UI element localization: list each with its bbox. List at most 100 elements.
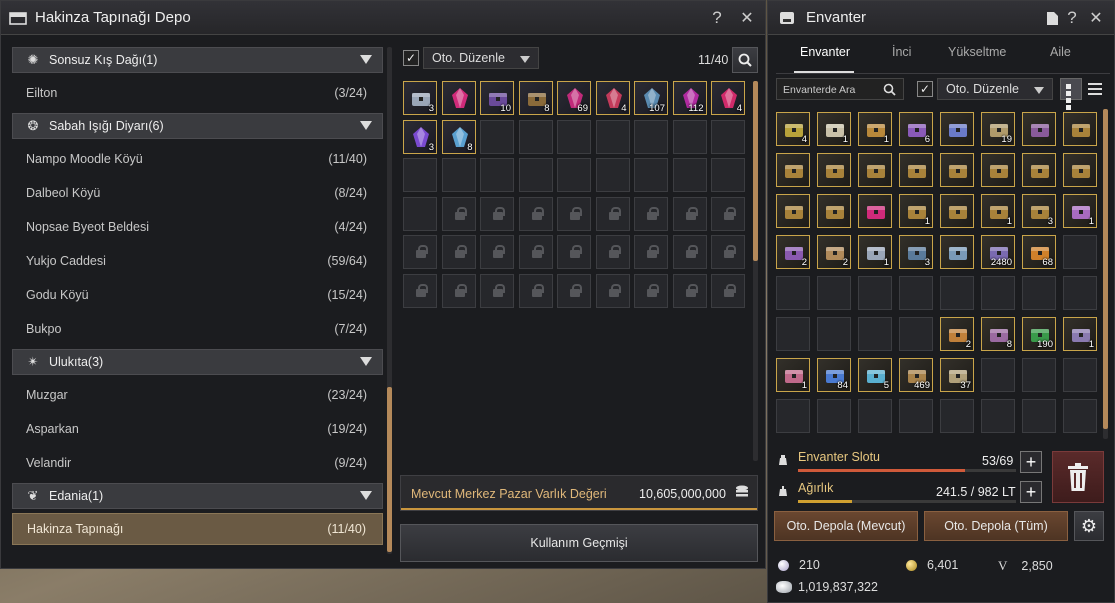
inventory-item[interactable]: 3 xyxy=(1022,194,1056,228)
inventory-item[interactable] xyxy=(1022,112,1056,146)
storage-city-item[interactable]: Nampo Moodle Köyü (11/40) xyxy=(12,143,383,175)
inventory-item[interactable]: 2 xyxy=(817,235,851,269)
empty-slot[interactable] xyxy=(1022,276,1056,310)
inventory-item[interactable]: 2 xyxy=(940,317,974,351)
inventory-item[interactable]: 5 xyxy=(858,358,892,392)
inventory-item[interactable]: 4 xyxy=(776,112,810,146)
empty-slot[interactable] xyxy=(1022,399,1056,433)
inventory-item[interactable]: 2480 xyxy=(981,235,1015,269)
inventory-auto-sort-checkbox[interactable]: ✓ xyxy=(917,81,933,97)
tab-family[interactable]: Aile xyxy=(1050,45,1071,59)
empty-slot[interactable] xyxy=(858,399,892,433)
empty-slot[interactable] xyxy=(711,119,745,154)
region-header[interactable]: ❦ Edania(1) xyxy=(12,483,383,509)
help-icon[interactable]: ? xyxy=(707,8,727,28)
storage-city-item[interactable]: Velandir (9/24) xyxy=(12,447,383,479)
empty-slot[interactable] xyxy=(634,158,668,192)
empty-slot[interactable] xyxy=(1022,358,1056,392)
empty-slot[interactable] xyxy=(480,119,514,154)
empty-slot[interactable] xyxy=(776,317,810,351)
empty-slot[interactable] xyxy=(776,276,810,310)
storage-city-item[interactable]: Asparkan (19/24) xyxy=(12,413,383,445)
region-list-scroll-thumb[interactable] xyxy=(387,387,392,552)
storage-titlebar[interactable]: Hakinza Tapınağı Depo ? ✕ xyxy=(1,1,765,35)
add-weight-button[interactable]: + xyxy=(1020,481,1042,503)
inventory-scroll-thumb[interactable] xyxy=(1103,109,1108,429)
auto-sort-dropdown[interactable]: Oto. Düzenle xyxy=(423,47,539,69)
empty-slot[interactable] xyxy=(557,158,591,192)
empty-slot[interactable] xyxy=(711,158,745,192)
inventory-item[interactable]: 1 xyxy=(858,235,892,269)
inventory-item[interactable]: 1 xyxy=(776,358,810,392)
inventory-item[interactable]: 8 xyxy=(981,317,1015,351)
close-icon[interactable]: ✕ xyxy=(1086,8,1106,28)
empty-slot[interactable] xyxy=(518,158,553,192)
usage-history-button[interactable]: Kullanım Geçmişi xyxy=(400,524,758,562)
empty-slot[interactable] xyxy=(981,276,1015,310)
inventory-item[interactable] xyxy=(940,153,974,187)
grid-view-icon[interactable] xyxy=(1060,78,1082,110)
empty-slot[interactable] xyxy=(595,119,630,154)
list-view-icon[interactable] xyxy=(1084,78,1106,100)
settings-button[interactable]: ⚙ xyxy=(1074,511,1104,541)
inventory-item[interactable]: 1 xyxy=(858,112,892,146)
chevron-down-icon[interactable] xyxy=(360,55,372,64)
empty-slot[interactable] xyxy=(858,317,892,351)
storage-item-shard[interactable]: 107 xyxy=(634,81,668,115)
empty-slot[interactable] xyxy=(817,399,851,433)
storage-city-item[interactable]: Yukjo Caddesi (59/64) xyxy=(12,245,383,277)
region-header[interactable]: ✺ Sonsuz Kış Dağı(1) xyxy=(12,47,383,73)
storage-item-shard[interactable]: 4 xyxy=(711,81,745,115)
auto-depot-all-button[interactable]: Oto. Depola (Tüm) xyxy=(924,511,1068,541)
tab-upgrade[interactable]: Yükseltme xyxy=(948,45,1006,59)
inventory-item[interactable] xyxy=(858,153,892,187)
empty-slot[interactable] xyxy=(981,399,1015,433)
empty-slot[interactable] xyxy=(899,276,933,310)
inventory-item[interactable] xyxy=(1022,153,1056,187)
empty-slot[interactable] xyxy=(441,158,476,192)
storage-grid-scroll-thumb[interactable] xyxy=(753,81,758,261)
empty-slot[interactable] xyxy=(1063,399,1097,433)
storage-item-shard[interactable]: 3 xyxy=(403,119,437,154)
inventory-item[interactable]: 1 xyxy=(899,194,933,228)
empty-slot[interactable] xyxy=(672,158,707,192)
empty-slot[interactable] xyxy=(1063,235,1097,269)
inventory-item[interactable]: 1 xyxy=(981,194,1015,228)
storage-item-shard[interactable]: 69 xyxy=(557,81,591,115)
inventory-item[interactable]: 6 xyxy=(899,112,933,146)
auto-depot-current-button[interactable]: Oto. Depola (Mevcut) xyxy=(774,511,918,541)
inventory-item[interactable] xyxy=(940,235,974,269)
storage-city-item[interactable]: Eilton (3/24) xyxy=(12,77,383,109)
inventory-scrollbar[interactable] xyxy=(1103,109,1108,439)
inventory-item[interactable]: 2 xyxy=(776,235,810,269)
inventory-search-box[interactable]: Envanterde Ara xyxy=(776,78,904,100)
inventory-item[interactable] xyxy=(940,194,974,228)
tab-pearl[interactable]: İnci xyxy=(892,45,911,59)
empty-slot[interactable] xyxy=(817,317,851,351)
inventory-auto-sort-dropdown[interactable]: Oto. Düzenle xyxy=(937,78,1053,100)
chevron-down-icon[interactable] xyxy=(360,491,372,500)
storage-city-item[interactable]: Bukpo (7/24) xyxy=(12,313,383,345)
document-icon[interactable] xyxy=(1042,8,1062,28)
storage-city-item[interactable]: Dalbeol Köyü (8/24) xyxy=(12,177,383,209)
inventory-titlebar[interactable]: Envanter ? ✕ xyxy=(768,1,1114,35)
inventory-item[interactable]: 1 xyxy=(817,112,851,146)
empty-slot[interactable] xyxy=(403,196,437,231)
trash-button[interactable] xyxy=(1052,451,1104,503)
storage-search-button[interactable] xyxy=(732,47,758,73)
inventory-item[interactable] xyxy=(817,194,851,228)
tab-inventory[interactable]: Envanter xyxy=(800,45,850,59)
inventory-item[interactable]: 1 xyxy=(1063,194,1097,228)
inventory-item[interactable]: 3 xyxy=(899,235,933,269)
inventory-item[interactable] xyxy=(1063,153,1097,187)
storage-city-item[interactable]: Muzgar (23/24) xyxy=(12,379,383,411)
empty-slot[interactable] xyxy=(1063,276,1097,310)
empty-slot[interactable] xyxy=(899,317,933,351)
inventory-item[interactable] xyxy=(940,112,974,146)
region-header[interactable]: ✴ Ulukıta(3) xyxy=(12,349,383,375)
inventory-item[interactable]: 19 xyxy=(981,112,1015,146)
empty-slot[interactable] xyxy=(518,119,553,154)
inventory-item[interactable]: 469 xyxy=(899,358,933,392)
inventory-item[interactable]: 84 xyxy=(817,358,851,392)
storage-item-shard[interactable]: 112 xyxy=(672,81,707,115)
